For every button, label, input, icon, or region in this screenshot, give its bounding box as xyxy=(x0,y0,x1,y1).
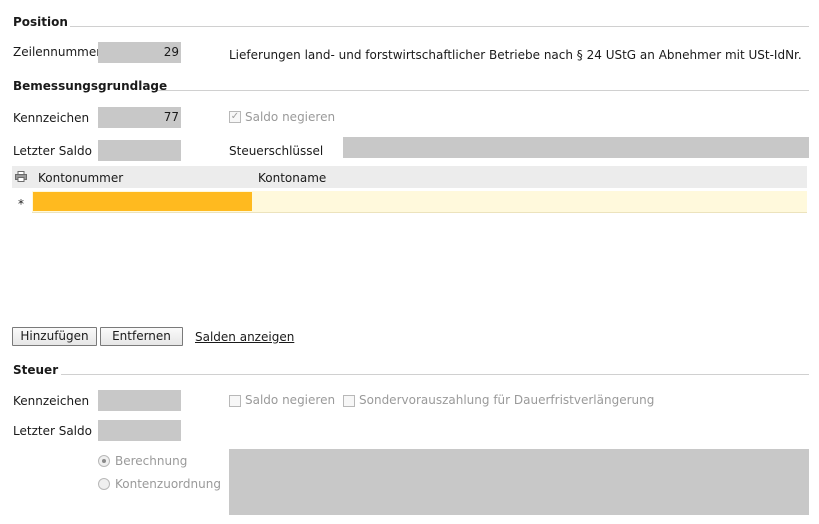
column-header-kontonummer[interactable]: Kontonummer xyxy=(38,171,123,185)
letzter-saldo-label: Letzter Saldo xyxy=(13,144,92,158)
kennzeichen-label: Kennzeichen xyxy=(13,111,90,125)
steuer-kennzeichen-field[interactable] xyxy=(98,390,181,411)
letzter-saldo-field[interactable] xyxy=(98,140,181,161)
print-icon[interactable] xyxy=(15,171,27,182)
new-row-marker: * xyxy=(18,197,24,211)
steuerschluessel-label: Steuerschlüssel xyxy=(229,144,324,158)
column-header-kontoname[interactable]: Kontoname xyxy=(258,171,326,185)
saldo-negieren-label: Saldo negieren xyxy=(245,110,336,124)
cell-kontoname[interactable] xyxy=(253,192,806,211)
steuerschluessel-field[interactable] xyxy=(343,137,809,158)
kennzeichen-field[interactable]: 77 xyxy=(98,107,181,128)
berechnung-label: Berechnung xyxy=(115,454,188,468)
kontenzuordnung-label: Kontenzuordnung xyxy=(115,477,221,491)
section-divider xyxy=(61,374,809,375)
section-title-steuer: Steuer xyxy=(13,363,59,377)
checkmark-icon: ✓ xyxy=(230,111,240,122)
show-balances-link[interactable]: Salden anzeigen xyxy=(195,330,294,344)
add-button[interactable]: Hinzufügen xyxy=(12,327,97,346)
remove-button[interactable]: Entfernen xyxy=(100,327,183,346)
kontenzuordnung-radio[interactable] xyxy=(98,478,110,490)
steuer-letzter-saldo-label: Letzter Saldo xyxy=(13,424,92,438)
steuer-saldo-negieren-label: Saldo negieren xyxy=(245,393,336,407)
section-divider xyxy=(158,90,809,91)
position-description: Lieferungen land- und forstwirtschaftlic… xyxy=(229,48,802,62)
cell-kontonummer[interactable] xyxy=(33,192,252,211)
steuer-letzter-saldo-field[interactable] xyxy=(98,420,181,441)
sondervorauszahlung-label: Sondervorauszahlung für Dauerfristverlän… xyxy=(359,393,655,407)
section-title-position: Position xyxy=(13,15,68,29)
steuer-formula-panel[interactable] xyxy=(229,449,809,515)
steuer-kennzeichen-label: Kennzeichen xyxy=(13,394,90,408)
section-divider xyxy=(70,26,809,27)
table-header: Kontonummer Kontoname xyxy=(12,166,807,188)
saldo-negieren-checkbox[interactable]: ✓ xyxy=(229,111,241,123)
sondervorauszahlung-checkbox[interactable] xyxy=(343,395,355,407)
zeilennummer-label: Zeilennummer xyxy=(13,45,102,59)
berechnung-radio[interactable] xyxy=(98,455,110,467)
table-row-new[interactable] xyxy=(32,191,807,213)
zeilennummer-field[interactable]: 29 xyxy=(98,42,181,63)
section-title-bemessungsgrundlage: Bemessungsgrundlage xyxy=(13,79,168,93)
steuer-saldo-negieren-checkbox[interactable] xyxy=(229,395,241,407)
